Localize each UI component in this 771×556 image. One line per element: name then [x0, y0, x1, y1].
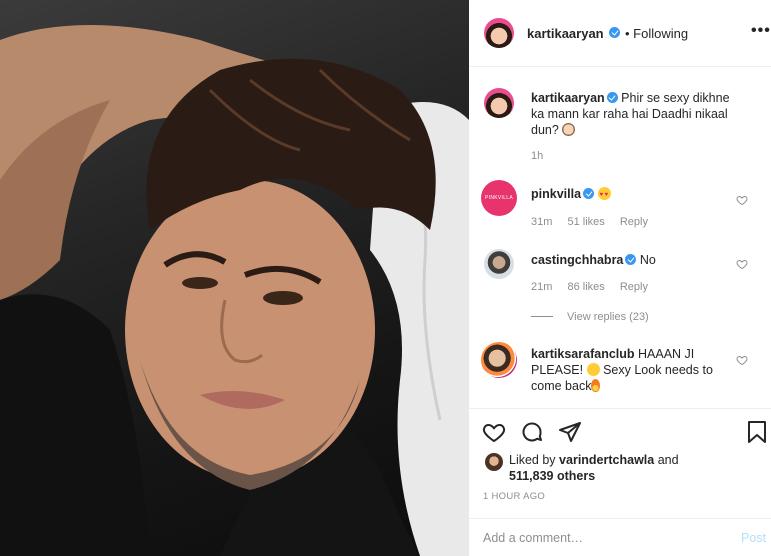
comment-avatar[interactable] — [481, 342, 517, 378]
comment-username[interactable]: pinkvilla — [531, 187, 581, 201]
add-comment-bar: Post — [469, 518, 771, 556]
liker-username[interactable]: varindertchawla — [559, 453, 654, 467]
following-status[interactable]: • Following — [625, 26, 688, 41]
baby-emoji-icon — [562, 123, 576, 136]
post-photo-illustration — [0, 25, 469, 556]
post-header: kartikaaryan • Following ••• — [469, 0, 771, 67]
comment-text-block: castingchhabra No — [531, 252, 741, 268]
liker-avatar[interactable] — [485, 453, 503, 471]
comment-like-heart-icon[interactable] — [736, 194, 748, 206]
caption-time[interactable]: 1h — [531, 150, 543, 162]
liked-by-text: Liked by varindertchawla and 511,839 oth… — [509, 452, 749, 484]
comment-time[interactable]: 21m — [531, 281, 552, 293]
view-replies-button[interactable]: View replies (23) — [531, 311, 649, 323]
author-username[interactable]: kartikaaryan — [527, 26, 604, 41]
bookmark-icon[interactable] — [745, 420, 769, 444]
verified-badge-icon — [625, 254, 637, 265]
view-replies-label: View replies (23) — [567, 311, 649, 323]
verified-badge-icon — [583, 188, 595, 199]
post-button[interactable]: Post — [741, 531, 766, 545]
liked-by-prefix: Liked by — [509, 453, 556, 467]
share-icon[interactable] — [558, 420, 582, 444]
comment-meta: 21m 86 likes Reply — [531, 281, 660, 293]
post-actions: Liked by varindertchawla and 511,839 oth… — [469, 408, 771, 518]
post-photo[interactable] — [0, 0, 469, 556]
comment-time[interactable]: 31m — [531, 216, 552, 228]
comments-list: kartikaaryan Phir se sexy dikhne ka mann… — [469, 68, 771, 408]
more-icon[interactable]: ••• — [751, 22, 771, 40]
reply-button[interactable]: Reply — [620, 281, 648, 293]
caption-meta: 1h — [531, 150, 555, 162]
comment-icon[interactable] — [520, 420, 544, 444]
fire-emoji-icon — [591, 379, 601, 392]
post-timestamp[interactable]: 1 HOUR AGO — [483, 491, 545, 502]
comment-text-block: pinkvilla — [531, 186, 741, 203]
comment-meta: 31m 51 likes Reply — [531, 216, 660, 228]
comment-likes[interactable]: 86 likes — [567, 281, 604, 293]
grinning-emoji-icon — [586, 363, 600, 376]
comment-like-heart-icon[interactable] — [736, 258, 748, 270]
caption-text-block: kartikaaryan Phir se sexy dikhne ka mann… — [531, 90, 741, 138]
comment-username[interactable]: castingchhabra — [531, 253, 623, 267]
liked-by-conj: and — [657, 453, 679, 467]
caption-avatar[interactable] — [484, 88, 514, 118]
comment-likes[interactable]: 51 likes — [567, 216, 604, 228]
comment-text: No — [639, 253, 656, 267]
heart-eyes-emoji-icon — [597, 187, 611, 203]
pinkvilla-logo-text: PINKVILLA — [485, 195, 513, 201]
comment-avatar[interactable] — [484, 249, 514, 279]
post-side-panel: kartikaaryan • Following ••• kartikaarya… — [469, 0, 771, 556]
author-avatar[interactable] — [484, 18, 514, 48]
comment-username[interactable]: kartiksarafanclub — [531, 347, 635, 361]
reply-button[interactable]: Reply — [620, 216, 648, 228]
comment-like-heart-icon[interactable] — [736, 354, 748, 366]
comment-text-block: kartiksarafanclub HAAAN JI PLEASE! Sexy … — [531, 346, 741, 394]
caption-username[interactable]: kartikaaryan — [531, 91, 605, 105]
replies-divider-line — [531, 316, 553, 317]
add-comment-input[interactable] — [483, 528, 723, 548]
comment-avatar[interactable]: PINKVILLA — [481, 180, 517, 216]
verified-badge-icon — [609, 27, 620, 38]
heart-icon[interactable] — [482, 420, 506, 444]
verified-badge-icon — [606, 92, 618, 103]
likes-count[interactable]: 511,839 others — [509, 469, 595, 483]
